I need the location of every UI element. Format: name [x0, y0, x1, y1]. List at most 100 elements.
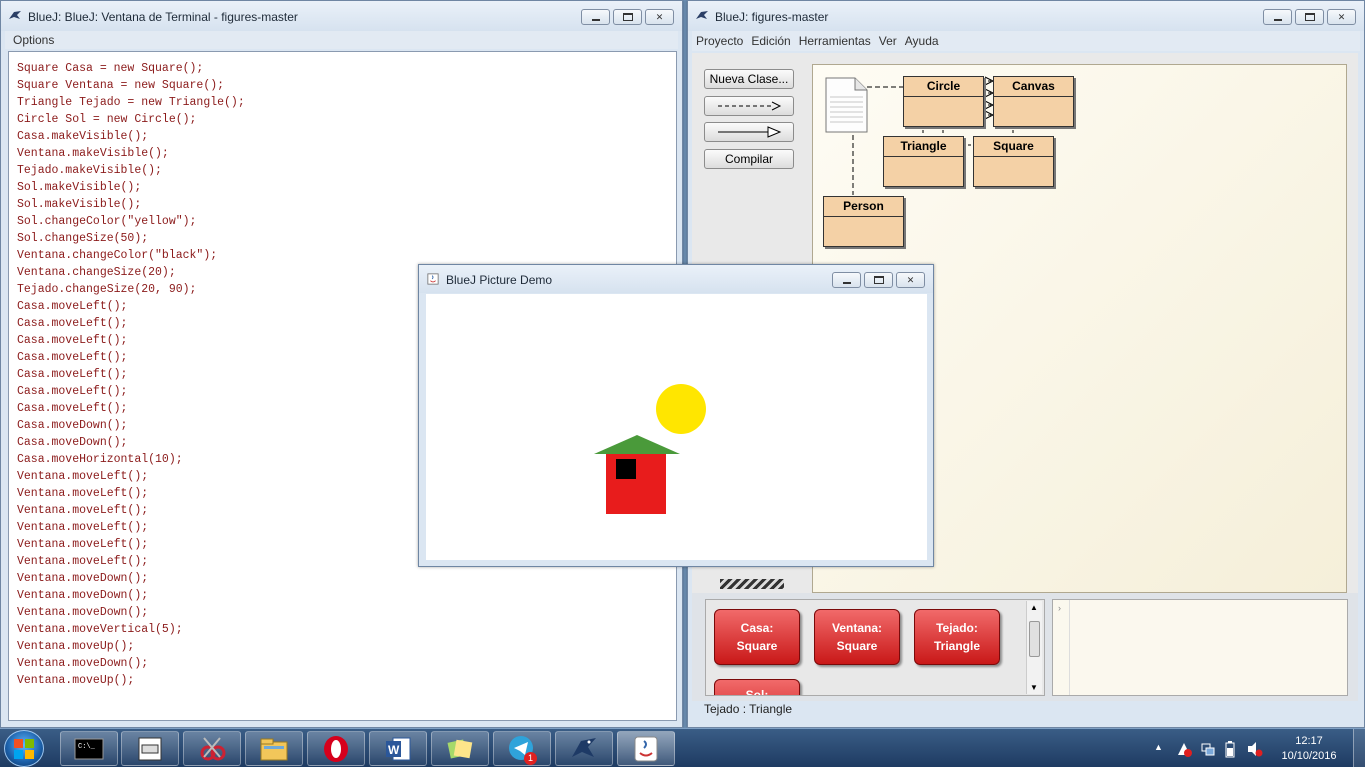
- menu-ayuda[interactable]: Ayuda: [901, 31, 943, 51]
- scroll-thumb[interactable]: [1029, 621, 1040, 657]
- menu-herramientas[interactable]: Herramientas: [795, 31, 875, 51]
- menu-options[interactable]: Options: [13, 33, 54, 47]
- minimize-button[interactable]: [581, 9, 610, 25]
- minimize-button[interactable]: [832, 272, 861, 288]
- object-type: Triangle: [933, 639, 980, 653]
- object-sol[interactable]: Sol:: [714, 679, 800, 695]
- scroll-down-icon[interactable]: ▼: [1030, 683, 1038, 692]
- show-hidden-icons-icon[interactable]: ▲: [1154, 742, 1163, 752]
- terminal-line: Ventana.moveDown();: [17, 657, 149, 670]
- class-name: Circle: [904, 77, 983, 97]
- scroll-up-icon[interactable]: ▲: [1030, 603, 1038, 612]
- taskbar-file-explorer[interactable]: [245, 731, 303, 766]
- minimize-button[interactable]: [1263, 9, 1292, 25]
- taskbar-opera[interactable]: [307, 731, 365, 766]
- class-canvas[interactable]: Canvas: [993, 76, 1074, 127]
- taskbar-telegram[interactable]: 1: [493, 731, 551, 766]
- terminal-line: Sol.changeSize(50);: [17, 232, 149, 245]
- show-desktop-button[interactable]: [1353, 729, 1365, 767]
- picture-demo-titlebar[interactable]: BlueJ Picture Demo ✕: [419, 265, 933, 293]
- volume-muted-icon[interactable]: [1246, 741, 1264, 757]
- dashed-arrow-icon: [718, 101, 782, 111]
- start-button[interactable]: [4, 730, 44, 767]
- taskbar-bluej[interactable]: [555, 731, 613, 766]
- codepad-prompt-icon: ›: [1058, 603, 1061, 613]
- class-person[interactable]: Person: [823, 196, 904, 247]
- menu-ver[interactable]: Ver: [875, 31, 901, 51]
- snipping-tool-icon: [200, 736, 226, 760]
- terminal-line: Square Ventana = new Square();: [17, 79, 225, 92]
- sticky-notes-icon: [447, 739, 473, 758]
- svg-text:C:\_: C:\_: [78, 743, 96, 751]
- action-center-icon[interactable]: [1176, 741, 1192, 757]
- terminal-menubar: Options: [5, 31, 678, 49]
- opera-icon: [324, 735, 348, 762]
- menu-proyecto[interactable]: Proyecto: [692, 31, 747, 51]
- taskbar-sticky-notes[interactable]: [431, 731, 489, 766]
- code-pad[interactable]: ›: [1052, 599, 1348, 696]
- object-type: Square: [836, 639, 878, 653]
- taskbar-snipping-tool[interactable]: [183, 731, 241, 766]
- inheritance-arrow-button[interactable]: [704, 122, 794, 142]
- network-icon[interactable]: [1200, 741, 1216, 757]
- terminal-line: Square Casa = new Square();: [17, 62, 204, 75]
- clock-time: 12:17: [1295, 735, 1323, 747]
- bluej-bird-icon: [9, 11, 21, 19]
- menu-edicion[interactable]: Edición: [747, 31, 794, 51]
- project-titlebar[interactable]: BlueJ: figures-master ✕: [688, 1, 1364, 31]
- dependency-arrow-button[interactable]: [704, 96, 794, 116]
- object-name: Tejado:: [936, 621, 978, 635]
- terminal-line: Triangle Tejado = new Triangle();: [17, 96, 245, 109]
- terminal-line: Ventana.changeColor("black");: [17, 249, 218, 262]
- terminal-line: Ventana.moveDown();: [17, 606, 149, 619]
- sun: [656, 384, 706, 434]
- progress-indicator: [720, 579, 784, 589]
- close-icon: ✕: [655, 11, 664, 22]
- terminal-line: Ventana.moveDown();: [17, 589, 149, 602]
- object-bench[interactable]: Casa: Square Ventana: Square Tejado: Triang…: [705, 599, 1045, 696]
- maximize-button[interactable]: [864, 272, 893, 288]
- close-button[interactable]: ✕: [896, 272, 925, 288]
- taskbar-bluej-terminal[interactable]: [121, 731, 179, 766]
- terminal-titlebar[interactable]: BlueJ: BlueJ: Ventana de Terminal - figu…: [1, 1, 682, 31]
- object-bench-scrollbar[interactable]: ▲ ▼: [1026, 601, 1042, 694]
- taskbar: C:\_ W 1 ▲ 12:17 10/10/2016: [0, 728, 1365, 767]
- object-ventana[interactable]: Ventana: Square: [814, 609, 900, 665]
- compile-button[interactable]: Compilar: [704, 149, 794, 169]
- taskbar-cmd[interactable]: C:\_: [60, 731, 118, 766]
- object-tejado[interactable]: Tejado: Triangle: [914, 609, 1000, 665]
- class-triangle[interactable]: Triangle: [883, 136, 964, 187]
- taskbar-java[interactable]: [617, 731, 675, 766]
- terminal-line: Ventana.moveUp();: [17, 674, 135, 687]
- bluej-bird-icon: [696, 11, 708, 19]
- telegram-badge: 1: [524, 752, 537, 765]
- project-title: BlueJ: figures-master: [715, 10, 829, 24]
- class-name: Triangle: [884, 137, 963, 157]
- maximize-button[interactable]: [1295, 9, 1324, 25]
- terminal-line: Sol.changeColor("yellow");: [17, 215, 197, 228]
- object-type: Square: [736, 639, 778, 653]
- maximize-button[interactable]: [613, 9, 642, 25]
- windows-logo-icon: [14, 738, 34, 759]
- inheritance-arrow-icon: [718, 126, 782, 138]
- terminal-line: Casa.makeVisible();: [17, 130, 149, 143]
- clock[interactable]: 12:17 10/10/2016: [1275, 729, 1343, 767]
- terminal-line: Sol.makeVisible();: [17, 198, 142, 211]
- new-class-button[interactable]: Nueva Clase...: [704, 69, 794, 89]
- java-icon: [634, 736, 658, 761]
- object-casa[interactable]: Casa: Square: [714, 609, 800, 665]
- terminal-line: Circle Sol = new Circle();: [17, 113, 197, 126]
- terminal-line: Tejado.makeVisible();: [17, 164, 162, 177]
- class-square[interactable]: Square: [973, 136, 1054, 187]
- class-name: Person: [824, 197, 903, 217]
- close-button[interactable]: ✕: [645, 9, 674, 25]
- readme-file-icon[interactable]: [825, 77, 868, 133]
- close-icon: ✕: [1337, 11, 1346, 22]
- class-circle[interactable]: Circle: [903, 76, 984, 127]
- close-button[interactable]: ✕: [1327, 9, 1356, 25]
- battery-icon[interactable]: [1224, 740, 1236, 758]
- taskbar-word[interactable]: W: [369, 731, 427, 766]
- terminal-line: Ventana.moveVertical(5);: [17, 623, 183, 636]
- terminal-line: Ventana.moveUp();: [17, 640, 135, 653]
- object-name: Ventana:: [831, 621, 882, 635]
